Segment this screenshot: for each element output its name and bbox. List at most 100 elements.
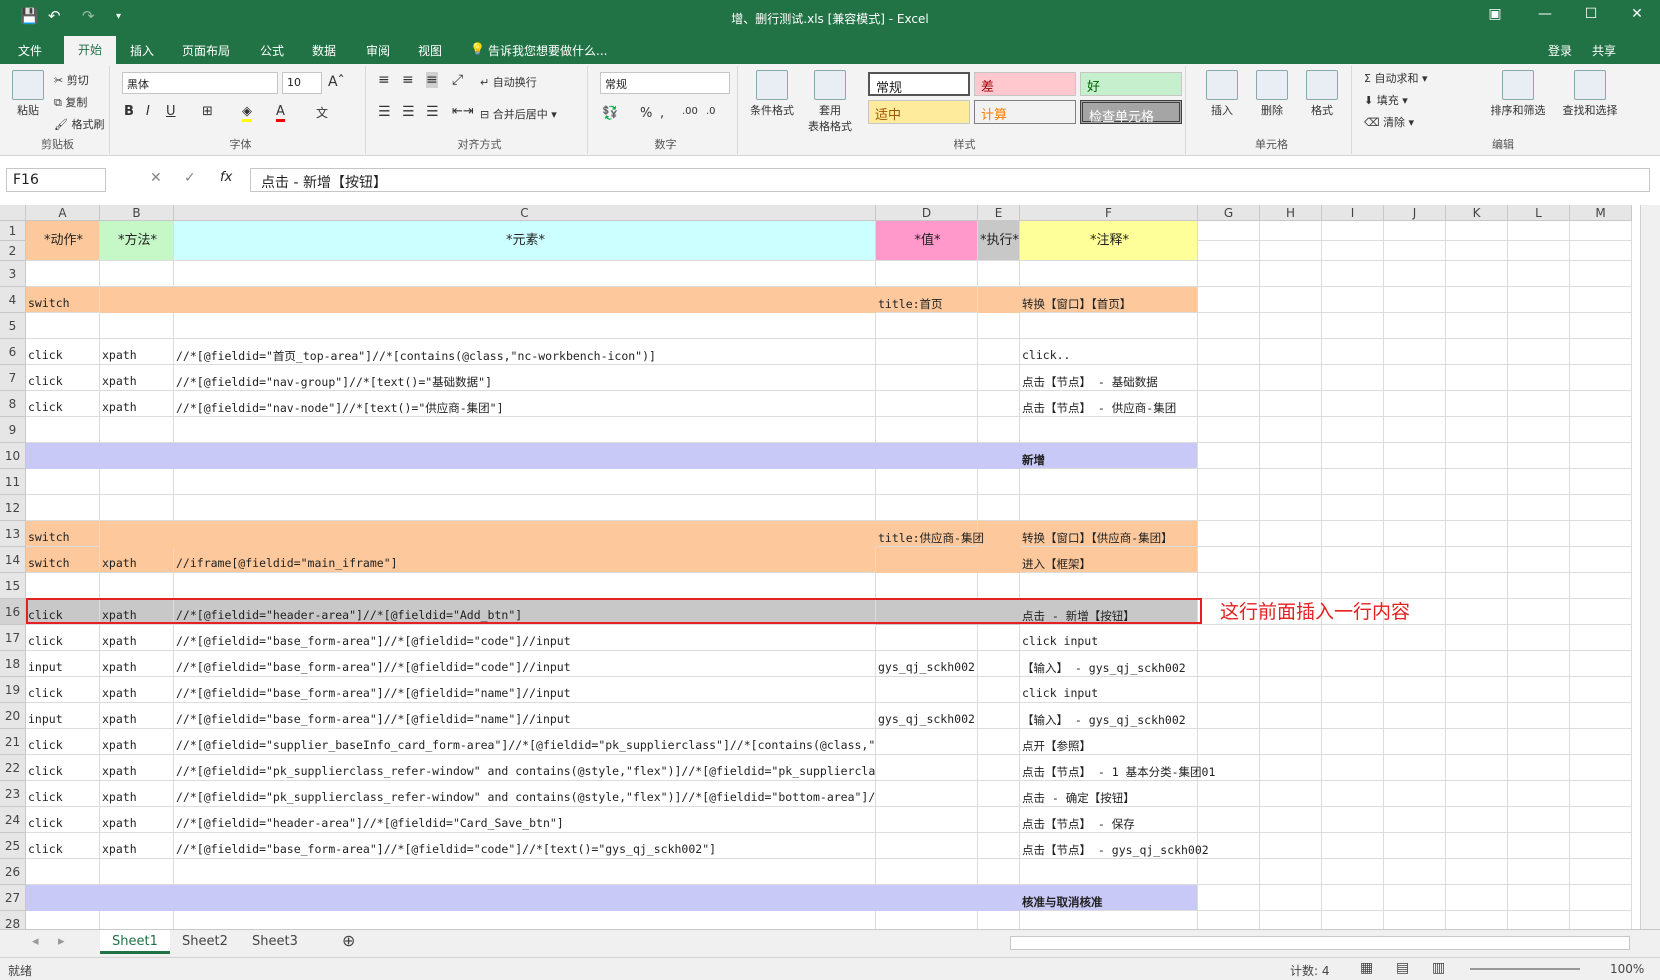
grid-cell[interactable] xyxy=(1260,469,1322,495)
header-cell-b[interactable]: *方法* xyxy=(100,221,174,261)
grid-cell[interactable] xyxy=(1198,573,1260,599)
grid-cell[interactable] xyxy=(1570,703,1632,729)
grid-cell[interactable] xyxy=(1260,521,1322,547)
menu-page-layout[interactable]: 页面布局 xyxy=(182,42,230,59)
grid-cell[interactable] xyxy=(174,417,876,443)
grid-cell[interactable] xyxy=(26,911,100,929)
insert-cells-button[interactable]: 插入 xyxy=(1200,70,1244,118)
grid-cell[interactable] xyxy=(1260,833,1322,859)
grid-cell[interactable] xyxy=(1446,417,1508,443)
grid-cell[interactable] xyxy=(876,755,978,781)
row-header-6[interactable]: 6 xyxy=(0,339,26,365)
grid-cell[interactable] xyxy=(1446,599,1508,625)
worksheet-grid[interactable]: A B C D E F G H I J K L M 1 2 3 4 5 6 7 8 9 10 11 12 13 14 15 16 17 18… xyxy=(0,205,1640,929)
cell-b14[interactable]: xpath xyxy=(100,547,174,573)
row-header-18[interactable]: 18 xyxy=(0,651,26,677)
grid-cell[interactable] xyxy=(1384,287,1446,313)
grid-cell[interactable] xyxy=(1260,703,1322,729)
cell-a19[interactable]: click xyxy=(26,677,100,703)
grid-cell[interactable] xyxy=(1446,469,1508,495)
column-header-l[interactable]: L xyxy=(1508,205,1570,221)
grid-cell[interactable] xyxy=(1570,885,1632,911)
grid-cell[interactable] xyxy=(1322,781,1384,807)
grid-cell[interactable] xyxy=(876,781,978,807)
grid-cell[interactable] xyxy=(100,313,174,339)
grid-cell[interactable] xyxy=(1570,755,1632,781)
column-header-e[interactable]: E xyxy=(978,205,1020,221)
grid-cell[interactable] xyxy=(1570,339,1632,365)
grid-cell[interactable] xyxy=(1384,261,1446,287)
grid-cell[interactable] xyxy=(1384,911,1446,929)
sheet-tab-1[interactable]: Sheet1 xyxy=(100,930,170,954)
grid-cell[interactable] xyxy=(876,339,978,365)
grid-cell[interactable] xyxy=(1384,241,1446,261)
find-select-button[interactable]: 查找和选择 xyxy=(1556,70,1624,118)
grid-cell[interactable] xyxy=(1322,261,1384,287)
grid-cell[interactable] xyxy=(1260,651,1322,677)
grid-cell[interactable] xyxy=(1260,677,1322,703)
grid-cell[interactable] xyxy=(1508,495,1570,521)
grid-cell[interactable] xyxy=(1508,677,1570,703)
grid-cell[interactable] xyxy=(1322,469,1384,495)
grid-cell[interactable] xyxy=(1260,495,1322,521)
grid-cell[interactable] xyxy=(876,365,978,391)
row-header-23[interactable]: 23 xyxy=(0,781,26,807)
grid-cell[interactable] xyxy=(1570,599,1632,625)
grid-cell[interactable] xyxy=(1260,391,1322,417)
grid-cell[interactable] xyxy=(100,417,174,443)
grid-cell[interactable] xyxy=(1198,261,1260,287)
row-header-21[interactable]: 21 xyxy=(0,729,26,755)
grid-cell[interactable] xyxy=(1446,365,1508,391)
grid-cell[interactable] xyxy=(100,261,174,287)
grid-cell[interactable] xyxy=(1260,755,1322,781)
grid-cell[interactable] xyxy=(1198,651,1260,677)
grid-cell[interactable] xyxy=(26,859,100,885)
cell-c8[interactable]: //*[@fieldid="nav-node"]//*[text()="供应商-… xyxy=(174,391,876,417)
row-header-10[interactable]: 10 xyxy=(0,443,26,469)
align-left-icon[interactable]: ☰ xyxy=(378,104,391,120)
cell-f23[interactable]: 点击 - 确定【按钮】 xyxy=(1020,781,1198,807)
number-format-select[interactable]: 常规 xyxy=(600,72,730,94)
grid-cell[interactable] xyxy=(1508,781,1570,807)
grid-cell[interactable] xyxy=(1508,729,1570,755)
grid-cell[interactable] xyxy=(1508,807,1570,833)
cell-a22[interactable]: click xyxy=(26,755,100,781)
grid-cell[interactable] xyxy=(1322,287,1384,313)
grid-cell[interactable] xyxy=(1508,651,1570,677)
grid-cell[interactable] xyxy=(1570,313,1632,339)
grid-cell[interactable] xyxy=(876,859,978,885)
grid-cell[interactable] xyxy=(1508,755,1570,781)
add-sheet-icon[interactable]: ⊕ xyxy=(330,930,367,954)
grid-cell[interactable] xyxy=(1446,833,1508,859)
column-header-c[interactable]: C xyxy=(174,205,876,221)
minimize-icon[interactable]: — xyxy=(1530,6,1560,22)
cell-f24[interactable]: 点击【节点】 - 保存 xyxy=(1020,807,1198,833)
zoom-slider[interactable] xyxy=(1470,968,1580,970)
header-cell-f[interactable]: *注释* xyxy=(1020,221,1198,261)
cell-f4[interactable]: 转换【窗口】【首页】 xyxy=(1020,287,1198,313)
grid-cell[interactable] xyxy=(1384,365,1446,391)
grid-cell[interactable] xyxy=(1198,625,1260,651)
grid-cell[interactable] xyxy=(1198,495,1260,521)
percent-icon[interactable]: % xyxy=(640,106,652,121)
font-name-select[interactable]: 黑体 xyxy=(122,72,278,94)
clear-button[interactable]: ⌫ 清除 ▾ xyxy=(1364,114,1414,130)
grid-cell[interactable] xyxy=(1570,781,1632,807)
grid-cell[interactable] xyxy=(1198,339,1260,365)
header-cell-c[interactable]: *元素* xyxy=(174,221,876,261)
row-header-27[interactable]: 27 xyxy=(0,885,26,911)
cancel-icon[interactable]: ✕ xyxy=(150,170,162,186)
grid-cell[interactable] xyxy=(174,313,876,339)
row-header-15[interactable]: 15 xyxy=(0,573,26,599)
column-header-h[interactable]: H xyxy=(1260,205,1322,221)
font-size-select[interactable]: 10 xyxy=(282,72,322,94)
column-header-m[interactable]: M xyxy=(1570,205,1632,221)
column-header-j[interactable]: J xyxy=(1384,205,1446,221)
grid-cell[interactable] xyxy=(1020,495,1198,521)
function-icon[interactable]: fx xyxy=(220,170,232,185)
cell-a13[interactable]: switch xyxy=(26,521,100,547)
grid-cell[interactable] xyxy=(876,469,978,495)
grid-cell[interactable] xyxy=(1446,287,1508,313)
cell-f27[interactable]: 核准与取消核准 xyxy=(1020,885,1198,911)
grid-cell[interactable] xyxy=(1260,729,1322,755)
